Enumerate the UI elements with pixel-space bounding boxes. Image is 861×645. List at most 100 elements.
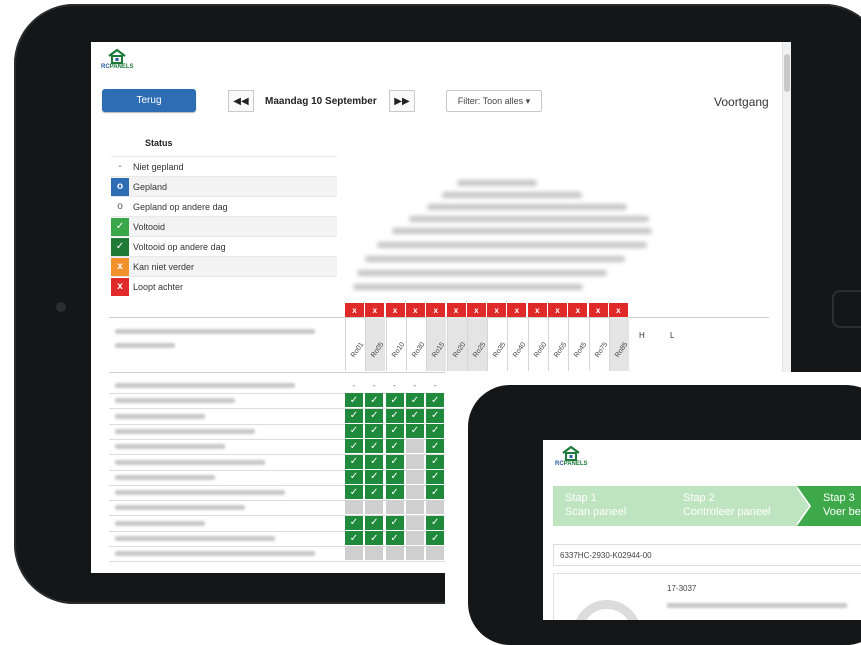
status-gray-cell[interactable] — [385, 546, 404, 561]
status-gray-cell[interactable] — [365, 500, 384, 515]
row-label-blurred — [115, 551, 315, 557]
status-check-cell[interactable]: ✓ — [426, 469, 445, 484]
column-header[interactable]: Ro01 — [345, 317, 365, 371]
status-gray-cell[interactable] — [405, 531, 424, 545]
column-header[interactable]: Ro60 — [527, 317, 548, 371]
status-gray-cell[interactable] — [365, 546, 384, 561]
status-check-cell[interactable]: ✓ — [385, 393, 404, 408]
progress-chart-blurred — [347, 172, 707, 302]
column-header[interactable]: Ro10 — [385, 317, 406, 371]
step-title: Stap 3 — [823, 492, 855, 504]
status-gray-cell[interactable] — [426, 546, 445, 561]
progress-heading: Voortgang — [714, 95, 769, 109]
status-empty-cell[interactable]: - — [345, 378, 363, 392]
status-gray-cell[interactable] — [405, 454, 424, 469]
status-check-cell[interactable]: ✓ — [385, 454, 404, 469]
status-gray-cell[interactable] — [405, 515, 424, 530]
status-check-cell[interactable]: ✓ — [426, 454, 445, 469]
wizard-step-2[interactable]: Stap 2 Controleer paneel — [671, 486, 799, 526]
status-check-cell[interactable]: ✓ — [426, 408, 445, 423]
status-check-cell[interactable]: ✓ — [426, 515, 445, 530]
status-empty-cell[interactable]: - — [426, 378, 444, 392]
status-check-cell[interactable]: ✓ — [385, 469, 404, 484]
column-header[interactable]: Ro45 — [568, 317, 589, 371]
status-check-cell[interactable]: ✓ — [345, 454, 363, 469]
status-check-cell[interactable]: ✓ — [405, 393, 424, 408]
home-button[interactable] — [832, 290, 861, 328]
status-check-cell[interactable]: ✓ — [365, 531, 384, 545]
status-check-cell[interactable]: ✓ — [426, 439, 445, 454]
status-empty-cell[interactable]: - — [386, 378, 404, 392]
step-title: Stap 2 — [683, 492, 715, 504]
status-check-cell[interactable]: ✓ — [405, 408, 424, 423]
status-gray-cell[interactable] — [385, 500, 404, 515]
status-check-cell[interactable]: ✓ — [365, 454, 384, 469]
step-title: Stap 1 — [565, 492, 597, 504]
status-check-cell[interactable]: ✓ — [426, 485, 445, 500]
scrollbar-thumb[interactable] — [784, 54, 790, 92]
column-alert-icon: x — [548, 303, 567, 317]
column-header-label: Ro35 — [492, 341, 508, 360]
previous-day-button[interactable]: ◀◀ — [228, 90, 254, 112]
status-check-cell[interactable]: ✓ — [345, 423, 363, 438]
status-check-cell[interactable]: ✓ — [426, 393, 445, 408]
status-gray-cell[interactable] — [345, 500, 363, 515]
status-check-cell[interactable]: ✓ — [365, 515, 384, 530]
status-check-cell[interactable]: ✓ — [365, 408, 384, 423]
status-check-cell[interactable]: ✓ — [385, 485, 404, 500]
status-check-cell[interactable]: ✓ — [365, 469, 384, 484]
status-check-cell[interactable]: ✓ — [385, 515, 404, 530]
status-check-cell[interactable]: ✓ — [345, 469, 363, 484]
status-empty-cell[interactable]: - — [406, 378, 424, 392]
status-check-cell[interactable]: ✓ — [345, 439, 363, 454]
status-check-cell[interactable]: ✓ — [345, 515, 363, 530]
status-check-cell[interactable]: ✓ — [345, 531, 363, 545]
next-day-button[interactable]: ▶▶ — [389, 90, 415, 112]
status-check-cell[interactable]: ✓ — [385, 439, 404, 454]
status-check-cell[interactable]: ✓ — [365, 439, 384, 454]
column-header[interactable]: Ro35 — [487, 317, 507, 371]
row-label-blurred — [115, 490, 285, 496]
status-check-cell[interactable]: ✓ — [365, 423, 384, 438]
back-button[interactable]: Terug — [102, 89, 196, 112]
panel-code-field[interactable]: 6337HC-2930-K02944-00 — [553, 544, 861, 566]
status-check-cell[interactable]: ✓ — [385, 531, 404, 545]
brand-name: RCPANELS — [555, 461, 588, 467]
camera-dot — [56, 302, 66, 312]
circle-outline-icon: o — [117, 201, 123, 212]
filter-dropdown[interactable]: Filter: Toon alles ▾ — [446, 90, 542, 112]
column-header[interactable]: Ro65 — [548, 317, 568, 371]
status-check-cell[interactable]: ✓ — [365, 393, 384, 408]
status-check-cell[interactable]: ✓ — [345, 393, 363, 408]
column-header[interactable]: Ro30 — [405, 317, 426, 371]
status-gray-cell[interactable] — [405, 546, 424, 561]
column-alert-icon: x — [507, 303, 527, 317]
status-check-cell[interactable]: ✓ — [426, 531, 445, 545]
status-check-cell[interactable]: ✓ — [385, 423, 404, 438]
status-check-cell[interactable]: ✓ — [365, 485, 384, 500]
column-header[interactable]: Ro75 — [588, 317, 609, 371]
status-check-cell[interactable]: ✓ — [405, 423, 424, 438]
status-empty-cell[interactable]: - — [365, 378, 383, 392]
status-gray-cell[interactable] — [405, 469, 424, 484]
column-header[interactable]: Ro05 — [365, 317, 386, 371]
column-header-label: Ro05 — [370, 341, 386, 360]
status-gray-cell[interactable] — [345, 546, 363, 561]
status-gray-cell[interactable] — [405, 439, 424, 454]
status-check-cell[interactable]: ✓ — [426, 423, 445, 438]
status-check-cell[interactable]: ✓ — [385, 408, 404, 423]
status-check-cell[interactable]: ✓ — [345, 408, 363, 423]
column-header[interactable]: Ro20 — [446, 317, 467, 371]
x-icon: x — [111, 257, 129, 276]
wizard-step-1[interactable]: Stap 1 Scan paneel — [553, 486, 673, 526]
legend-item: ✓ Voltooid — [111, 216, 337, 236]
column-header[interactable]: Ro40 — [507, 317, 528, 371]
column-header[interactable]: Ro85 — [608, 317, 629, 371]
status-check-cell[interactable]: ✓ — [345, 485, 363, 500]
column-header[interactable]: Ro15 — [426, 317, 447, 371]
legend-label: Kan niet verder — [133, 261, 195, 272]
status-gray-cell[interactable] — [426, 500, 445, 515]
status-gray-cell[interactable] — [405, 485, 424, 500]
column-header[interactable]: Ro25 — [466, 317, 487, 371]
status-gray-cell[interactable] — [405, 500, 424, 515]
